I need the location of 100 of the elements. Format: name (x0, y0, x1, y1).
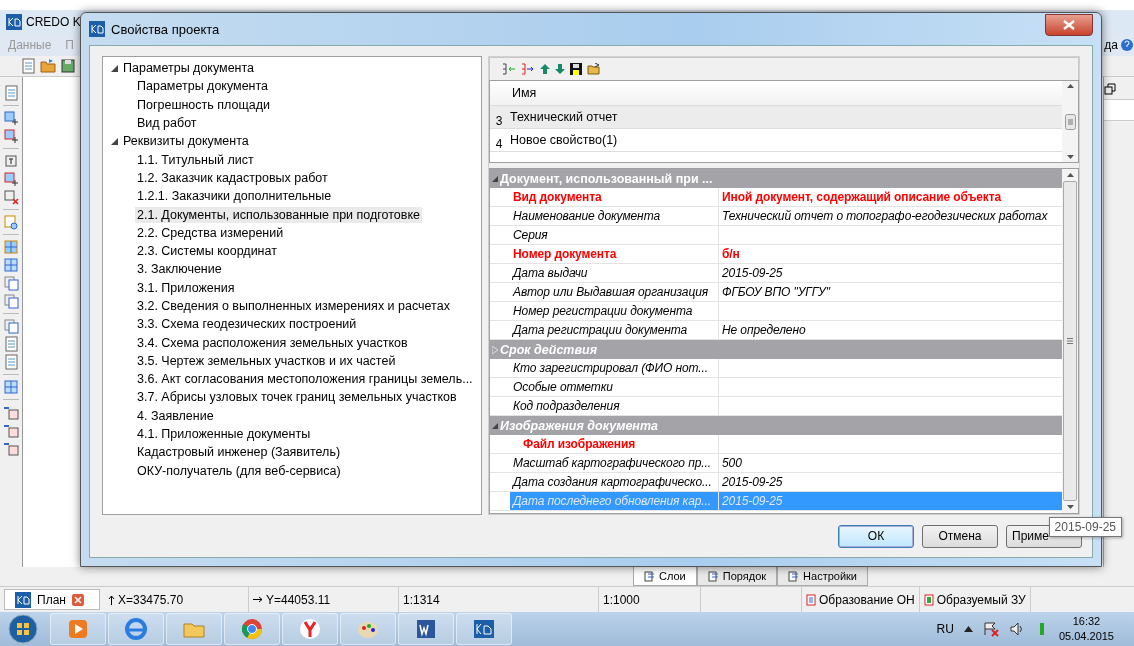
save-icon[interactable] (570, 63, 582, 75)
expanded-icon[interactable] (492, 422, 498, 429)
tree-item[interactable]: 1.2.1. Заказчики дополнительные (135, 188, 334, 205)
property-row[interactable]: Вид документа Иной документ, содержащий описание объекта (490, 188, 1062, 207)
tree-item[interactable]: 2.1. Документы, использованные при подготовке (135, 206, 422, 223)
list-row[interactable]: 4 Новое свойство(1) (490, 129, 1062, 152)
table-icon[interactable] (3, 379, 19, 395)
start-button[interactable] (8, 614, 38, 644)
tree-item[interactable]: 3.7. Абрисы узловых точек границ земельных участков (135, 389, 459, 406)
tree-item[interactable]: 1.2. Заказчик кадастровых работ (135, 169, 330, 186)
scroll-thumb[interactable] (1063, 181, 1077, 501)
property-row[interactable]: Особые отметки (490, 378, 1062, 397)
import-icon[interactable] (3, 404, 19, 420)
property-row[interactable]: Кто зарегистрировал (ФИО нот... (490, 359, 1062, 378)
show-hidden-icons-icon[interactable] (963, 626, 973, 632)
scroll-up-icon (1066, 84, 1074, 88)
network-icon[interactable] (982, 621, 999, 637)
volume-icon[interactable] (1008, 621, 1025, 637)
document-icon[interactable] (3, 85, 19, 101)
insert-before-icon[interactable] (502, 63, 516, 75)
tree-item[interactable]: Погрешность площади (135, 96, 272, 113)
property-row[interactable]: Автор или Выдавшая организация ФГБОУ ВПО "УГГУ" (490, 283, 1062, 302)
language-indicator[interactable]: RU (936, 622, 954, 636)
text-icon[interactable] (3, 153, 19, 169)
tree-item[interactable]: Вид работ (135, 115, 199, 132)
expanded-icon[interactable] (492, 175, 498, 182)
text-move-icon[interactable] (3, 171, 19, 187)
expanded-icon[interactable] (110, 137, 118, 145)
insert-after-icon[interactable] (521, 63, 535, 75)
menu-item[interactable]: да (1104, 38, 1118, 52)
property-row[interactable]: Дата выдачи 2015-09-25 (490, 264, 1062, 283)
layer-label: Образование ОН (819, 592, 915, 607)
text-delete-icon[interactable] (3, 189, 19, 205)
panel-tab[interactable]: Настройки (777, 567, 868, 586)
tree-item[interactable]: 3.4. Схема расположения земельных участков (135, 334, 410, 351)
panel-tab[interactable]: Порядок (696, 567, 778, 586)
tree-item[interactable]: 3. Заключение (135, 261, 224, 278)
new-file-icon[interactable] (20, 58, 36, 74)
property-row[interactable]: Файл изображения (490, 435, 1062, 454)
clock[interactable]: 16:32 05.04.2015 (1058, 614, 1114, 644)
close-icon[interactable] (71, 593, 84, 606)
tree-item[interactable]: 2.3. Системы координат (135, 243, 279, 260)
pages-icon[interactable] (3, 318, 19, 334)
tree-item[interactable]: 3.5. Чертеж земельных участков и их частей (135, 352, 398, 369)
app-logo-icon (15, 591, 31, 608)
row-name: Технический отчет (509, 110, 618, 124)
close-button[interactable] (1045, 14, 1093, 36)
category-label: Срок действия (500, 342, 598, 357)
property-row[interactable]: Наименование документа Технический отчет о топографо-егодезических работах (490, 207, 1062, 226)
browser-icon (124, 617, 148, 641)
tree-item[interactable]: ОКУ-получатель (для веб-сервиса) (135, 462, 343, 479)
panel-tab[interactable]: Слои (633, 567, 697, 586)
list-row[interactable]: 3 Технический отчет (490, 106, 1062, 129)
down-arrow-icon[interactable] (555, 64, 565, 74)
tree-item[interactable]: 3.2. Сведения о выполненных измерениях и расчетах (135, 298, 452, 314)
expanded-icon[interactable] (110, 64, 118, 72)
tree-item[interactable]: Кадастровый инженер (Заявитель) (135, 444, 343, 461)
tree-item[interactable]: 1.1. Титульный лист (135, 151, 256, 168)
tree-item[interactable]: 4.1. Приложенные документы (135, 426, 313, 443)
property-row[interactable]: Масштаб картографического пр... 500 (490, 454, 1062, 473)
tree-item[interactable]: Параметры документа (121, 60, 257, 77)
property-value: Технический отчет о топографо-егодезических работах (722, 209, 1048, 223)
select-move-icon[interactable] (3, 128, 19, 144)
tree-item[interactable]: 3.1. Приложения (135, 279, 237, 296)
import-icon[interactable] (3, 422, 19, 438)
tree-item[interactable]: 3.6. Акт согласования местоположения границы земель... (135, 371, 475, 388)
select-plus-icon[interactable] (3, 110, 19, 126)
tree-item[interactable]: 2.2. Средства измерений (135, 224, 286, 241)
taskbar-button[interactable] (224, 613, 280, 645)
tree-item[interactable]: Параметры документа (135, 78, 271, 95)
document-icon[interactable] (3, 336, 19, 352)
dialog-button[interactable]: ОК (838, 524, 914, 548)
dialog-button[interactable]: Отмена (922, 524, 998, 548)
document-icon[interactable] (3, 354, 19, 370)
property-value: 2015-09-25 (722, 266, 783, 280)
swap-icon[interactable] (3, 293, 19, 309)
tree-item[interactable]: Реквизиты документа (121, 133, 251, 150)
tree-item[interactable]: 4. Заявление (135, 407, 216, 424)
swap-icon[interactable] (3, 275, 19, 291)
property-row[interactable]: Серия (490, 226, 1062, 245)
scrollbar[interactable] (1062, 81, 1078, 162)
grid-icon[interactable] (3, 239, 19, 255)
up-arrow-icon[interactable] (540, 64, 550, 74)
open-folder-icon[interactable] (587, 63, 601, 75)
zoom-frame-icon[interactable] (3, 214, 19, 230)
restore-icon[interactable] (1104, 83, 1116, 95)
document-tab[interactable]: План (4, 589, 100, 610)
taskbar-button[interactable] (398, 613, 454, 645)
taskbar-button[interactable] (282, 613, 338, 645)
open-folder-icon[interactable] (40, 58, 56, 74)
import-icon[interactable] (3, 440, 19, 456)
table-icon[interactable] (3, 257, 19, 273)
property-row[interactable]: Номер документа б/н (490, 245, 1062, 264)
scrollbar[interactable] (1062, 169, 1078, 513)
property-name: Дата выдачи (513, 266, 588, 280)
property-row[interactable]: Номер регистрации документа (490, 302, 1062, 321)
taskbar-button[interactable] (108, 613, 164, 645)
tree-item[interactable]: 3.3. Схема геодезических построений (135, 316, 359, 333)
close-icon (1063, 20, 1075, 30)
taskbar-button[interactable] (456, 613, 512, 645)
